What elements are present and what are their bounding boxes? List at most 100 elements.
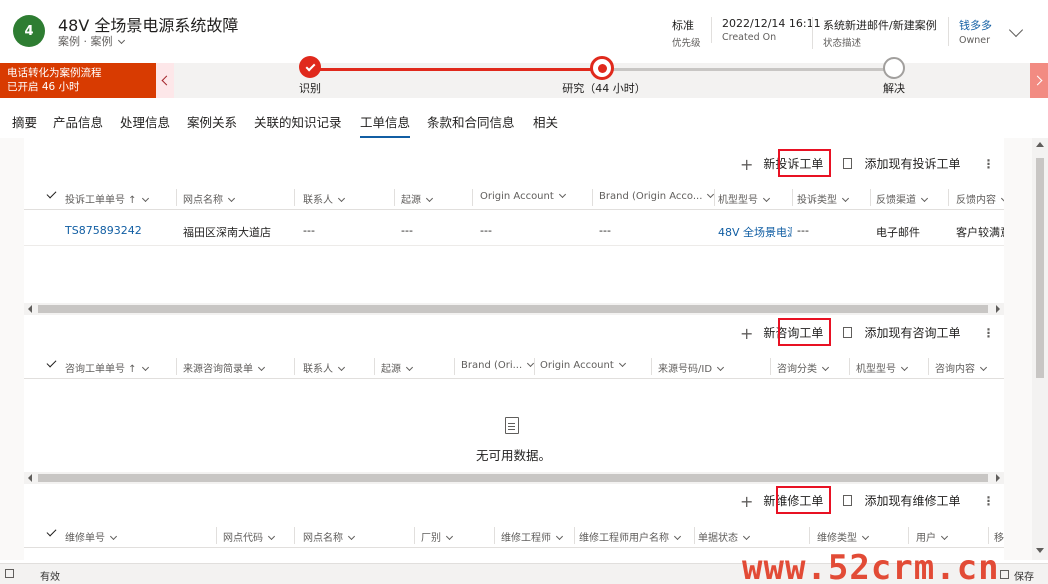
- stage-research-label[interactable]: 研究（44 小时）: [562, 80, 646, 96]
- stage-resolve-node[interactable]: [883, 57, 905, 79]
- more-options-icon[interactable]: ⋮: [982, 494, 994, 508]
- scroll-left-icon[interactable]: [28, 474, 32, 482]
- meta-owner: 钱多多 Owner: [948, 17, 992, 46]
- save-button[interactable]: 保存: [1014, 568, 1034, 583]
- col-header[interactable]: 网点代码: [223, 529, 293, 544]
- col-header-text: Brand (Ori...: [461, 360, 523, 371]
- record-entity-selector[interactable]: 案例 · 案例: [58, 33, 126, 49]
- col-header[interactable]: 起源: [401, 191, 471, 206]
- tab-work-orders[interactable]: 工单信息: [360, 112, 411, 138]
- table-cell: 电子邮件: [876, 226, 920, 239]
- col-header[interactable]: 投诉工单单号 ↑: [65, 191, 175, 206]
- col-header[interactable]: 机型型号: [856, 360, 926, 375]
- tab-related[interactable]: 相关: [533, 112, 558, 131]
- col-header[interactable]: 来源咨询简录单: [183, 360, 293, 375]
- highlight-box: [778, 149, 831, 177]
- more-options-icon[interactable]: ⋮: [982, 157, 994, 171]
- scroll-up-icon[interactable]: [1036, 142, 1044, 147]
- process-prev-button[interactable]: [156, 63, 174, 98]
- consult-horizontal-scrollbar[interactable]: [24, 472, 1004, 484]
- open-in-window-icon[interactable]: [5, 569, 14, 578]
- scroll-left-icon[interactable]: [28, 305, 32, 313]
- scroll-right-icon[interactable]: [996, 474, 1000, 482]
- col-header[interactable]: 网点名称: [303, 529, 413, 544]
- owner-link[interactable]: 钱多多: [959, 17, 992, 33]
- table-row[interactable]: TS875893242 福田区深南大道店 --- --- --- --- 48V…: [24, 214, 1004, 246]
- chevron-down-icon: [742, 532, 751, 541]
- col-header-text: 联系人: [303, 364, 333, 375]
- stage-research-node[interactable]: [590, 56, 614, 80]
- chevron-down-icon: [267, 532, 276, 541]
- select-all-check-icon[interactable]: [46, 188, 57, 199]
- chevron-down-icon: [861, 532, 870, 541]
- more-options-icon[interactable]: ⋮: [982, 326, 994, 340]
- tab-knowledge-records[interactable]: 关联的知识记录: [254, 112, 342, 131]
- meta-status-label: 状态描述: [823, 38, 862, 49]
- col-header[interactable]: Origin Account: [540, 360, 650, 371]
- select-all-check-icon[interactable]: [46, 357, 57, 368]
- process-next-button[interactable]: [1030, 63, 1048, 98]
- col-header-text: 用户: [916, 533, 936, 544]
- col-divider: [714, 189, 715, 206]
- add-existing-complaint-button[interactable]: 添加现有投诉工单: [864, 157, 960, 171]
- col-header[interactable]: 来源号码/ID: [658, 360, 768, 375]
- scroll-down-icon[interactable]: [1036, 548, 1044, 553]
- col-header[interactable]: 移: [994, 529, 1004, 544]
- scroll-right-icon[interactable]: [996, 305, 1000, 313]
- chevron-down-icon: [900, 363, 909, 372]
- col-header-text: 反馈内容: [956, 195, 996, 206]
- col-header[interactable]: 反馈内容: [956, 191, 1004, 206]
- col-header[interactable]: 联系人: [303, 360, 373, 375]
- col-header[interactable]: Brand (Origin Acco...: [599, 191, 716, 202]
- col-header[interactable]: 维修工程师用户名称: [579, 529, 694, 544]
- col-header[interactable]: 反馈渠道: [876, 191, 946, 206]
- col-header-text: 维修类型: [817, 533, 857, 544]
- scroll-thumb[interactable]: [38, 474, 988, 482]
- col-header[interactable]: 维修工程师: [501, 529, 576, 544]
- stage-identify-node[interactable]: [299, 56, 321, 78]
- col-header[interactable]: 厂别: [421, 529, 491, 544]
- stage-identify-label[interactable]: 识别: [299, 80, 321, 96]
- col-header-text: Origin Account: [540, 360, 614, 371]
- col-header[interactable]: 咨询工单单号 ↑: [65, 360, 175, 375]
- vertical-scrollbar[interactable]: [1032, 138, 1048, 560]
- stage-resolve-label[interactable]: 解决: [883, 80, 905, 96]
- table-cell: ---: [303, 224, 315, 237]
- add-existing-consult-button[interactable]: 添加现有咨询工单: [864, 326, 960, 340]
- col-header[interactable]: Brand (Ori...: [461, 360, 536, 371]
- col-header-text: 来源咨询简录单: [183, 364, 253, 375]
- col-header[interactable]: 单据状态: [698, 529, 808, 544]
- col-header[interactable]: 机型型号: [718, 191, 793, 206]
- tab-terms-contracts[interactable]: 条款和合同信息: [427, 112, 515, 131]
- save-icon[interactable]: [1000, 570, 1009, 579]
- col-header[interactable]: 维修单号: [65, 529, 215, 544]
- scroll-thumb[interactable]: [38, 305, 988, 313]
- col-header[interactable]: 投诉类型: [797, 191, 872, 206]
- tab-product-info[interactable]: 产品信息: [53, 112, 103, 131]
- complaint-number-link[interactable]: TS875893242: [65, 224, 175, 237]
- col-divider: [574, 527, 575, 544]
- tab-handling-info[interactable]: 处理信息: [120, 112, 170, 131]
- col-divider: [988, 527, 989, 544]
- record-header: 4 48V 全场景电源系统故障 案例 · 案例 标准 优先级 2022/12/1…: [0, 0, 1048, 56]
- col-header[interactable]: 联系人: [303, 191, 393, 206]
- col-header[interactable]: 网点名称: [183, 191, 293, 206]
- col-header[interactable]: 咨询内容: [935, 360, 1004, 375]
- complaint-horizontal-scrollbar[interactable]: [24, 303, 1004, 315]
- tab-case-relations[interactable]: 案例关系: [187, 112, 237, 131]
- tab-summary[interactable]: 摘要: [12, 112, 37, 131]
- add-existing-repair-button[interactable]: 添加现有维修工单: [864, 494, 960, 508]
- col-header[interactable]: 咨询分类: [777, 360, 847, 375]
- model-link[interactable]: 48V 全场景电源: [718, 224, 792, 240]
- document-icon: [505, 417, 519, 434]
- select-all-check-icon[interactable]: [46, 526, 57, 537]
- highlight-box: [776, 486, 831, 514]
- process-banner[interactable]: 电话转化为案例流程 已开启 46 小时: [0, 63, 156, 98]
- col-header-text: 反馈渠道: [876, 195, 916, 206]
- col-header[interactable]: 维修类型: [817, 529, 907, 544]
- scroll-thumb[interactable]: [1036, 158, 1044, 378]
- col-header[interactable]: Origin Account: [480, 191, 590, 202]
- expand-header-icon[interactable]: [1008, 22, 1024, 38]
- col-header[interactable]: 起源: [381, 360, 451, 375]
- col-header[interactable]: 用户: [916, 529, 986, 544]
